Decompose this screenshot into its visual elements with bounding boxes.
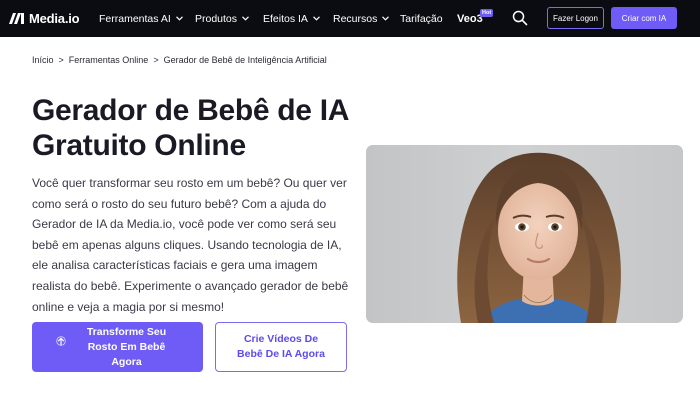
create-with-ai-button[interactable]: Criar com IA <box>611 7 677 29</box>
brand-logo[interactable]: Media.io <box>8 0 80 37</box>
nav-recursos[interactable]: Recursos <box>333 0 390 37</box>
hero-portrait-image <box>366 145 683 323</box>
breadcrumb: Início > Ferramentas Online > Gerador de… <box>32 55 327 65</box>
nav-ferramentas-ai[interactable]: Ferramentas AI <box>99 0 183 37</box>
nav-item-label: Tarifação <box>400 12 443 25</box>
chevron-down-icon <box>242 16 249 21</box>
breadcrumb-separator: > <box>58 55 64 65</box>
create-baby-videos-button[interactable]: Crie Vídeos De Bebê De IA Agora <box>215 322 347 372</box>
brand-name: Media.io <box>29 11 80 26</box>
transform-face-label: Transforme Seu Rosto Em Bebê Agora <box>86 325 167 368</box>
page-title: Gerador de Bebê de IA Gratuito Online <box>32 94 349 162</box>
breadcrumb-online-tools[interactable]: Ferramentas Online <box>69 55 149 65</box>
nav-item-label: Produtos <box>195 12 238 25</box>
nav-efeitos-ia[interactable]: Efeitos IA <box>263 0 320 37</box>
breadcrumb-current: Gerador de Bebê de Inteligência Artifici… <box>163 55 327 65</box>
breadcrumb-home[interactable]: Início <box>32 55 54 65</box>
search-icon[interactable] <box>511 9 529 27</box>
nav-tarifacao[interactable]: Tarifação <box>400 0 443 37</box>
login-button[interactable]: Fazer Logon <box>547 7 604 29</box>
transform-face-button[interactable]: Transforme Seu Rosto Em Bebê Agora <box>32 322 203 372</box>
chevron-down-icon <box>382 16 390 21</box>
create-baby-videos-label: Crie Vídeos De Bebê De IA Agora <box>237 333 325 360</box>
top-navbar: Media.io Ferramentas AI Produtos Efeitos… <box>0 0 700 37</box>
breadcrumb-separator: > <box>153 55 159 65</box>
chevron-down-icon <box>175 16 183 21</box>
hero-description: Você quer transformar seu rosto em um be… <box>32 176 349 314</box>
chevron-down-icon <box>313 16 320 21</box>
nav-veo3[interactable]: Veo3 <box>457 0 483 37</box>
upload-icon <box>55 336 66 346</box>
nav-item-label: Recursos <box>333 12 378 25</box>
veo3-label: Veo3 <box>457 12 483 25</box>
hot-badge: Hot <box>480 9 494 17</box>
nav-item-label: Efeitos IA <box>263 12 308 25</box>
girl-portrait-illustration <box>366 145 683 323</box>
media-io-logo-icon <box>9 13 24 24</box>
nav-item-label: Ferramentas AI <box>99 12 171 25</box>
nav-produtos[interactable]: Produtos <box>195 0 249 37</box>
